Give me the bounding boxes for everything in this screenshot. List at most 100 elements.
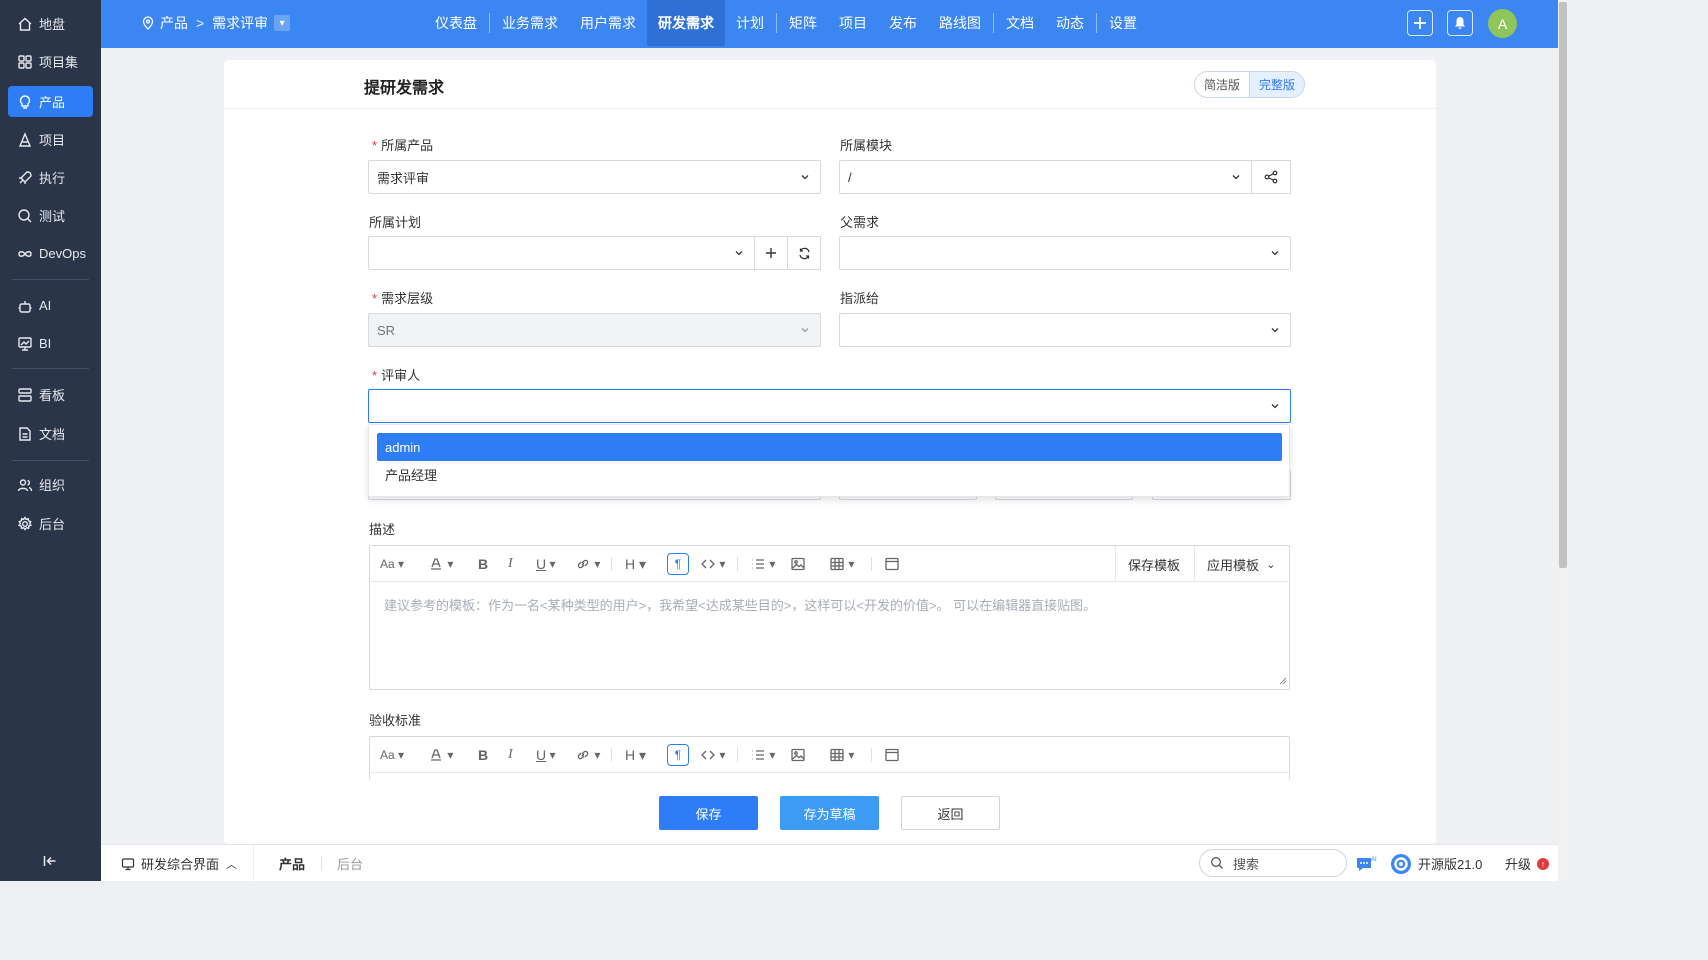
reviewer-select[interactable]: [368, 389, 1291, 423]
fullscreen-button[interactable]: [884, 746, 900, 764]
underline-button[interactable]: U ▾: [536, 746, 555, 764]
manage-module-button[interactable]: [1251, 160, 1291, 194]
collapse-sidebar-icon[interactable]: [40, 852, 60, 870]
font-size-button[interactable]: Aa ▾: [380, 555, 404, 573]
chart-icon: [15, 336, 35, 352]
upgrade-button[interactable]: 升级 ↑: [1505, 845, 1550, 882]
table-button[interactable]: ▾: [829, 746, 854, 764]
sidebar-item-bi[interactable]: BI: [8, 328, 93, 359]
mode-full[interactable]: 完整版: [1249, 72, 1305, 97]
reviewer-option-pm[interactable]: 产品经理: [377, 460, 1282, 488]
global-search-input[interactable]: 搜索: [1199, 849, 1347, 877]
page-scrollbar-thumb[interactable]: [1559, 2, 1567, 568]
module-select[interactable]: /: [839, 160, 1252, 194]
sidebar-item-test[interactable]: 测试: [8, 200, 93, 231]
sidebar-item-project[interactable]: 项目: [8, 124, 93, 155]
bottom-tab-admin[interactable]: 后台: [337, 845, 363, 882]
sidebar-item-devops[interactable]: DevOps: [8, 238, 93, 269]
bold-button[interactable]: B: [478, 555, 488, 573]
sidebar-item-product[interactable]: 产品: [8, 86, 93, 117]
resize-handle-icon[interactable]: [1279, 677, 1287, 685]
notifications-button[interactable]: [1447, 10, 1473, 36]
nav-dev-story[interactable]: 研发需求: [647, 0, 725, 46]
ai-chat-button[interactable]: AI: [1355, 845, 1379, 882]
apply-template-button[interactable]: 应用模板 ⌄: [1207, 555, 1275, 574]
code-button[interactable]: ▾: [700, 555, 725, 573]
plan-select[interactable]: [368, 236, 755, 270]
code-button[interactable]: ▾: [700, 746, 725, 764]
add-plan-button[interactable]: [754, 236, 788, 270]
save-draft-button[interactable]: 存为草稿: [780, 796, 879, 830]
page-title: 提研发需求: [364, 80, 445, 97]
version-info[interactable]: 开源版21.0: [1390, 845, 1482, 882]
nav-dynamic[interactable]: 动态: [1045, 0, 1095, 46]
nav-project[interactable]: 项目: [828, 0, 878, 46]
panel-header: 提研发需求 简洁版 完整版: [224, 60, 1436, 109]
chevron-down-icon[interactable]: ▾: [274, 15, 291, 31]
nav-roadmap[interactable]: 路线图: [928, 0, 992, 46]
sidebar-item-program[interactable]: 项目集: [8, 46, 93, 77]
nav-settings[interactable]: 设置: [1098, 0, 1148, 46]
image-button[interactable]: [790, 746, 806, 764]
heading-button[interactable]: H ▾: [625, 555, 646, 573]
reviewer-option-admin[interactable]: admin: [377, 433, 1282, 461]
save-template-button[interactable]: 保存模板: [1128, 555, 1180, 574]
heading-button[interactable]: H ▾: [625, 746, 646, 764]
table-button[interactable]: ▾: [829, 555, 854, 573]
text-color-button[interactable]: ▾: [428, 746, 453, 764]
nav-matrix[interactable]: 矩阵: [778, 0, 828, 46]
nav-dashboard[interactable]: 仪表盘: [424, 0, 488, 46]
italic-button[interactable]: I: [508, 746, 513, 764]
breadcrumb-current[interactable]: 需求评审: [212, 13, 268, 33]
module-label: 所属模块: [840, 138, 893, 153]
description-textarea[interactable]: 建议参考的模板：作为一名<某种类型的用户>，我希望<达成某些目的>，这样可以<开…: [370, 582, 1289, 687]
nav-user-story[interactable]: 用户需求: [569, 0, 647, 46]
link-button[interactable]: ▾: [575, 746, 600, 764]
bottom-tab-product[interactable]: 产品: [279, 845, 305, 882]
sidebar-item-doc[interactable]: 文档: [8, 418, 93, 449]
sidebar-item-label: 产品: [39, 95, 66, 110]
save-button[interactable]: 保存: [659, 796, 758, 830]
search-placeholder: 搜索: [1233, 856, 1260, 872]
interface-switch[interactable]: 研发综合界面 ︿: [121, 845, 237, 882]
paragraph-button[interactable]: ¶: [667, 744, 689, 766]
sidebar-item-label: 文档: [39, 427, 66, 442]
nav-business-story[interactable]: 业务需求: [491, 0, 569, 46]
list-button[interactable]: ▾: [750, 555, 775, 573]
sidebar-item-org[interactable]: 组织: [8, 469, 93, 500]
breadcrumb-product[interactable]: 产品: [160, 13, 188, 33]
create-button[interactable]: [1407, 10, 1433, 36]
image-button[interactable]: [790, 555, 806, 573]
nav-release[interactable]: 发布: [878, 0, 928, 46]
nav-plan[interactable]: 计划: [725, 0, 775, 46]
sidebar-item-execution[interactable]: 执行: [8, 162, 93, 193]
paragraph-button[interactable]: ¶: [667, 553, 689, 575]
bold-button[interactable]: B: [478, 746, 488, 764]
sidebar-item-home[interactable]: 地盘: [8, 8, 93, 39]
grade-label-text: 需求层级: [381, 291, 434, 306]
italic-button[interactable]: I: [508, 555, 513, 573]
nav-doc[interactable]: 文档: [995, 0, 1045, 46]
text-color-button[interactable]: ▾: [428, 555, 453, 573]
back-button[interactable]: 返回: [901, 796, 1000, 830]
toolbar-divider: [611, 557, 612, 571]
fullscreen-button[interactable]: [884, 555, 900, 573]
bottom-bar: 研发综合界面 ︿ 产品 后台 搜索 AI 开源版21.0 升级 ↑: [101, 844, 1558, 882]
assign-select[interactable]: [839, 313, 1291, 347]
refresh-plan-button[interactable]: [787, 236, 821, 270]
list-button[interactable]: ▾: [750, 746, 775, 764]
parent-select[interactable]: [839, 236, 1291, 270]
avatar[interactable]: A: [1488, 9, 1517, 38]
underline-button[interactable]: U ▾: [536, 555, 555, 573]
font-size-button[interactable]: Aa ▾: [380, 746, 404, 764]
link-button[interactable]: ▾: [575, 555, 600, 573]
sidebar-item-ai[interactable]: AI: [8, 290, 93, 321]
toolbar-divider: [871, 557, 872, 571]
sidebar-item-admin[interactable]: 后台: [8, 508, 93, 539]
mode-simple[interactable]: 简洁版: [1195, 72, 1249, 97]
bell-icon: [1455, 17, 1465, 29]
bottom-divider: [321, 856, 322, 871]
sidebar-item-kanban[interactable]: 看板: [8, 379, 93, 410]
nav-divider: [776, 13, 777, 33]
product-select[interactable]: 需求评审: [368, 160, 821, 194]
